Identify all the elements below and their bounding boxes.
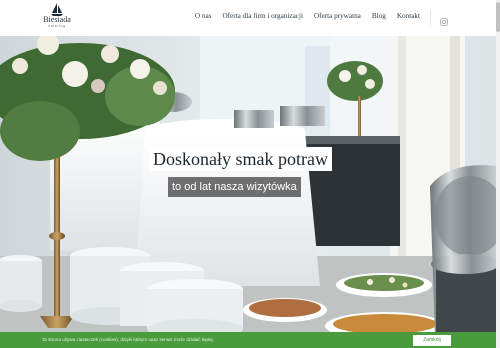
- hero-headline: Doskonały smak potraw: [149, 147, 332, 171]
- cookie-close-button[interactable]: Zamknij: [413, 335, 451, 346]
- site-header: Biesiada catering O nas Oferta dla firm …: [0, 0, 500, 36]
- brand-tagline: catering: [48, 24, 66, 28]
- scrollbar-thumb[interactable]: [496, 2, 500, 32]
- instagram-icon[interactable]: [440, 13, 448, 31]
- nav-item-oferta-firm[interactable]: Oferta dla firm i organizacji: [222, 12, 303, 20]
- nav-item-oferta-prywatna[interactable]: Oferta prywatna: [314, 12, 361, 20]
- nav-item-blog[interactable]: Blog: [372, 12, 386, 20]
- nav-divider: [430, 9, 431, 25]
- main-nav: O nas Oferta dla firm i organizacji Ofer…: [195, 12, 420, 20]
- brand-name: Biesiada: [43, 15, 71, 24]
- cookie-banner: Ta strona używa ciasteczek (cookies), dz…: [0, 332, 496, 348]
- page-scrollbar[interactable]: [496, 0, 500, 348]
- nav-item-o-nas[interactable]: O nas: [195, 12, 212, 20]
- nav-item-kontakt[interactable]: Kontakt: [397, 12, 420, 20]
- hero-subheadline: to od lat nasza wizytówka: [168, 177, 301, 197]
- cookie-text: Ta strona używa ciasteczek (cookies), dz…: [42, 337, 214, 342]
- brand-logo[interactable]: Biesiada catering: [40, 3, 74, 33]
